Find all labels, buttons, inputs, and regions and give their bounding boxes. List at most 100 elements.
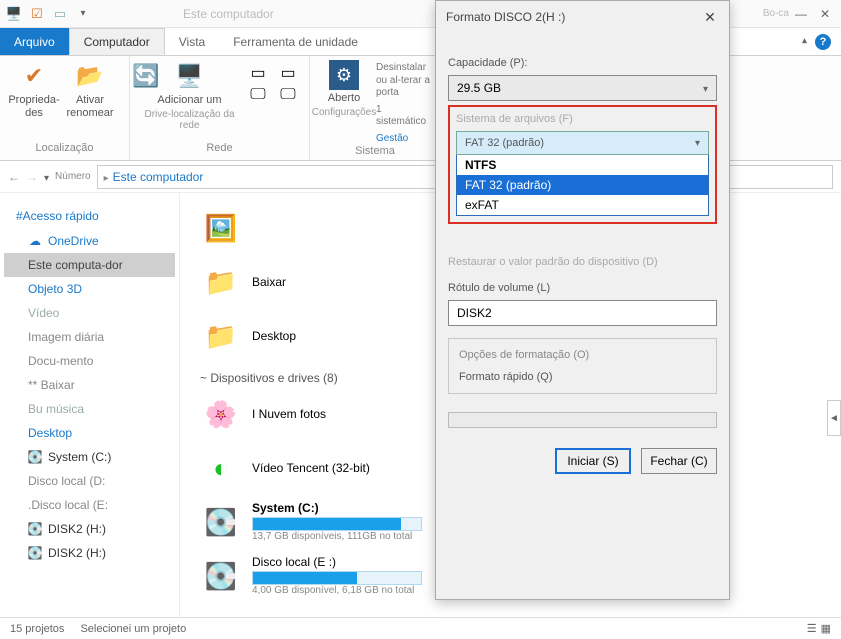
sidebar-item-6[interactable]: Desktop: [4, 421, 175, 445]
filesystem-highlight: Sistema de arquivos (F) FAT 32 (padrão) …: [448, 105, 717, 224]
history-dropdown-icon[interactable]: [44, 170, 49, 184]
item-label: Vídeo Tencent (32-bit): [252, 461, 370, 475]
tencent-icon: ◐: [200, 447, 242, 489]
systematic-link[interactable]: 1 sistemático: [376, 104, 430, 129]
open-rename-label: Ativar renomear: [66, 94, 114, 119]
check-icon: ✔: [18, 60, 50, 92]
tab-computer[interactable]: Computador: [69, 28, 165, 55]
sidebar-item-9[interactable]: .Disco local (E:: [4, 493, 175, 517]
quick-access-header[interactable]: #Acesso rápido: [4, 203, 175, 229]
map-drive-button[interactable]: 🖥️ Adicionar um Drive-localização da red…: [140, 60, 239, 132]
drive-e-name: Disco local (E :): [252, 555, 422, 569]
sidebar-item-0[interactable]: Objeto 3D: [4, 277, 175, 301]
drive-c-text: 13,7 GB disponíveis, 111GB no total: [252, 531, 422, 542]
fs-option-ntfs[interactable]: NTFS: [457, 155, 708, 175]
qat-dropdown-icon[interactable]: [73, 4, 93, 24]
capacity-label: Capacidade (P):: [448, 57, 717, 69]
format-options-group: Opções de formatação (O) Formato rápido …: [448, 338, 717, 394]
folder-download-icon: 📁: [200, 261, 242, 303]
tiles-view-icon[interactable]: ▦: [821, 622, 831, 635]
cfg-label: Configurações: [312, 107, 376, 119]
up-button[interactable]: Número: [55, 171, 91, 182]
open-system-button[interactable]: ⚙ Aberto Configurações: [320, 60, 368, 118]
volume-label-input[interactable]: DISK2: [448, 300, 717, 326]
back-button[interactable]: ←: [8, 170, 20, 184]
fs-select[interactable]: FAT 32 (padrão): [456, 131, 709, 155]
quick-access-toolbar: 🖥️ ☑ ▭: [4, 4, 93, 24]
restore-defaults-button[interactable]: Restaurar o valor padrão do dispositivo …: [448, 256, 717, 268]
collapse-ribbon-icon[interactable]: [802, 35, 807, 49]
disk2-label: DISK2 (H:): [48, 522, 106, 536]
quick-format-checkbox[interactable]: Formato rápido (Q): [459, 371, 706, 383]
volume-label-label: Rótulo de volume (L): [448, 282, 717, 294]
picture-icon: 🖼️: [200, 207, 242, 249]
folder-open-icon: 📂: [74, 60, 106, 92]
open-system-label: Aberto: [328, 92, 360, 105]
status-item-count: 15 projetos: [10, 623, 64, 635]
sidebar-item-1[interactable]: Vídeo: [4, 301, 175, 325]
server-icon: 🖥️: [174, 60, 206, 92]
sidebar-item-5[interactable]: Bu música: [4, 397, 175, 421]
drive-e-icon: 💽: [200, 555, 242, 597]
progress-bar: [448, 412, 717, 428]
address-text: Este computador: [113, 170, 204, 184]
format-dialog: Formato DISCO 2(H :) ✕ Capacidade (P): 2…: [435, 0, 730, 600]
drive-e-bar: [252, 571, 422, 585]
sidebar-item-8[interactable]: Disco local (D:: [4, 469, 175, 493]
close-dialog-button[interactable]: Fechar (C): [641, 448, 717, 474]
disk2b-label: DISK2 (H:): [48, 546, 106, 560]
monitor3-icon[interactable]: 🖵: [277, 86, 299, 104]
media-icon[interactable]: ▭: [247, 64, 269, 82]
sidebar-onedrive[interactable]: ☁ OneDrive: [4, 229, 175, 253]
properties-label: Proprieda-des: [8, 94, 59, 119]
drive-icon: 💽: [28, 450, 42, 464]
chevron-down-icon: [703, 81, 708, 95]
sidebar-item-10[interactable]: 💽DISK2 (H:): [4, 517, 175, 541]
open-rename-button[interactable]: 📂 Ativar renomear: [66, 60, 114, 119]
media2-icon[interactable]: ▭: [277, 64, 299, 82]
sidebar-item-11[interactable]: 💽DISK2 (H:): [4, 541, 175, 565]
status-bar: 15 projetos Selecionei um projeto ☰ ▦: [0, 617, 841, 639]
capacity-select[interactable]: 29.5 GB: [448, 75, 717, 101]
properties-button[interactable]: ✔ Proprieda-des: [10, 60, 58, 119]
options-label: Opções de formatação (O): [459, 349, 706, 361]
devices-header-text: Dispositivos e drives (8): [210, 371, 337, 385]
checkbox-icon[interactable]: ☑: [27, 4, 47, 24]
monitor2-icon[interactable]: 🖵: [247, 86, 269, 104]
minimize-button[interactable]: —: [789, 2, 813, 26]
nav-sidebar: #Acesso rápido ☁ OneDrive Este computa-do…: [0, 193, 180, 617]
dialog-titlebar: Formato DISCO 2(H :) ✕: [436, 1, 729, 33]
fs-option-fat32[interactable]: FAT 32 (padrão): [457, 175, 708, 195]
sidebar-item-2[interactable]: Imagem diária: [4, 325, 175, 349]
monitor-icon[interactable]: 🖥️: [4, 4, 24, 24]
forward-button[interactable]: →: [26, 170, 38, 184]
tab-view[interactable]: Vista: [165, 28, 219, 55]
fs-label: Sistema de arquivos (F): [456, 113, 709, 125]
map-drive-label: Adicionar um: [157, 94, 221, 107]
preview-pane-toggle[interactable]: ◄: [827, 400, 841, 436]
drive-c-icon: 💽: [200, 501, 242, 543]
folder-desktop-icon: 📁: [200, 315, 242, 357]
group-location-label: Localização: [10, 142, 119, 156]
fs-value: FAT 32 (padrão): [465, 137, 544, 149]
sidebar-this-pc[interactable]: Este computa-dor: [4, 253, 175, 277]
uninstall-link[interactable]: Desinstalar ou al-terar a porta: [376, 62, 430, 100]
tab-file[interactable]: Arquivo: [0, 28, 69, 55]
onedrive-label: OneDrive: [48, 234, 99, 248]
cloud-icon: ☁: [28, 234, 42, 248]
dialog-close-button[interactable]: ✕: [701, 8, 719, 26]
fs-option-exfat[interactable]: exFAT: [457, 195, 708, 215]
document-icon[interactable]: ▭: [50, 4, 70, 24]
tab-drive-tools[interactable]: Ferramenta de unidade: [219, 28, 372, 55]
gestao-link[interactable]: Gestão: [376, 133, 430, 146]
start-button[interactable]: Iniciar (S): [555, 448, 631, 474]
drive-c-label: System (C:): [48, 450, 111, 464]
sidebar-item-7[interactable]: 💽 System (C:): [4, 445, 175, 469]
sidebar-item-3[interactable]: Docu-mento: [4, 349, 175, 373]
drive-c-bar: [252, 517, 422, 531]
details-view-icon[interactable]: ☰: [807, 622, 817, 635]
dialog-title: Formato DISCO 2(H :): [446, 10, 565, 24]
sidebar-item-4[interactable]: ** Baixar: [4, 373, 175, 397]
close-button[interactable]: ✕: [813, 2, 837, 26]
help-icon[interactable]: ?: [815, 34, 831, 50]
